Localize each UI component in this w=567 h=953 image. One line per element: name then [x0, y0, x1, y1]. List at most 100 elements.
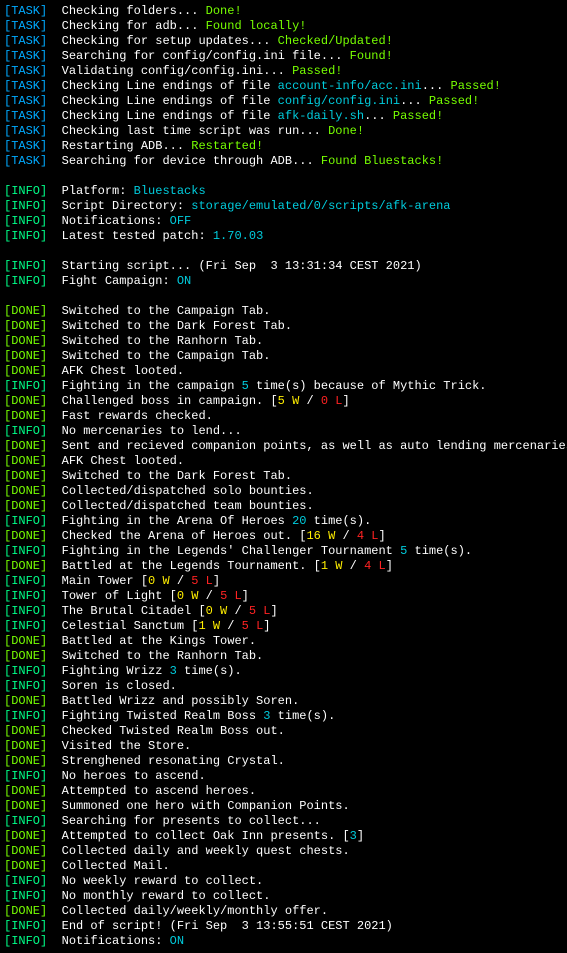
log-text: time(s).: [407, 544, 472, 558]
log-line: [TASK] Checking for adb... Found locally…: [4, 19, 563, 34]
log-text: ]: [379, 529, 386, 543]
log-text: Found!: [350, 49, 393, 63]
log-line: [DONE] Fast rewards checked.: [4, 409, 563, 424]
log-line: [DONE] Collected/dispatched team bountie…: [4, 499, 563, 514]
log-text: No mercenaries to lend...: [62, 424, 242, 438]
log-tag: [TASK]: [4, 109, 47, 123]
log-tag: [DONE]: [4, 319, 47, 333]
log-text: 1 W: [198, 619, 220, 633]
log-text: 0 W: [177, 589, 199, 603]
log-text: Fighting in the Arena Of Heroes: [62, 514, 292, 528]
log-tag: [INFO]: [4, 274, 47, 288]
log-text: 4 L: [364, 559, 386, 573]
log-text: ...: [422, 79, 451, 93]
log-text: Switched to the Dark Forest Tab.: [62, 319, 292, 333]
log-tag: [DONE]: [4, 349, 47, 363]
log-text: OFF: [170, 214, 192, 228]
log-line: [DONE] Sent and recieved companion point…: [4, 439, 563, 454]
log-text: Searching for presents to collect...: [62, 814, 321, 828]
log-line: [INFO] Soren is closed.: [4, 679, 563, 694]
log-text: Starting script... (Fri Sep 3 13:31:34 C…: [62, 259, 422, 273]
log-line: [INFO] Fighting Wrizz 3 time(s).: [4, 664, 563, 679]
log-tag: [DONE]: [4, 784, 47, 798]
log-text: /: [170, 574, 192, 588]
log-text: Bluestacks: [134, 184, 206, 198]
log-tag: [INFO]: [4, 199, 47, 213]
log-tag: [TASK]: [4, 64, 47, 78]
log-line: [4, 169, 563, 184]
log-line: [TASK] Checking Line endings of file con…: [4, 94, 563, 109]
log-text: Script Directory:: [62, 199, 192, 213]
log-line: [INFO] No weekly reward to collect.: [4, 874, 563, 889]
log-tag: [DONE]: [4, 724, 47, 738]
log-text: Passed!: [429, 94, 479, 108]
log-text: Checking for setup updates...: [62, 34, 278, 48]
log-text: time(s) because of Mythic Trick.: [249, 379, 487, 393]
log-tag: [INFO]: [4, 679, 47, 693]
log-text: ...: [400, 94, 429, 108]
log-text: Main Tower [: [62, 574, 148, 588]
log-text: Passed!: [451, 79, 501, 93]
log-line: [INFO] Tower of Light [0 W / 5 L]: [4, 589, 563, 604]
log-text: ]: [270, 604, 277, 618]
log-line: [INFO] No mercenaries to lend...: [4, 424, 563, 439]
log-text: 20: [292, 514, 306, 528]
log-tag: [DONE]: [4, 649, 47, 663]
log-line: [DONE] Battled at the Legends Tournament…: [4, 559, 563, 574]
log-tag: [DONE]: [4, 859, 47, 873]
log-tag: [INFO]: [4, 379, 47, 393]
log-text: ]: [386, 559, 393, 573]
log-line: [TASK] Validating config/config.ini... P…: [4, 64, 563, 79]
log-tag: [DONE]: [4, 394, 47, 408]
log-text: ]: [357, 829, 364, 843]
log-text: Sent and recieved companion points, as w…: [62, 439, 567, 453]
log-text: Validating config/config.ini...: [62, 64, 292, 78]
log-line: [DONE] Visited the Store.: [4, 739, 563, 754]
log-text: Collected daily and weekly quest chests.: [62, 844, 350, 858]
log-line: [INFO] Main Tower [0 W / 5 L]: [4, 574, 563, 589]
log-tag: [DONE]: [4, 799, 47, 813]
log-text: 3: [170, 664, 177, 678]
log-text: Checked Twisted Realm Boss out.: [62, 724, 285, 738]
log-text: 5 L: [220, 589, 242, 603]
log-text: time(s).: [177, 664, 242, 678]
log-text: Switched to the Ranhorn Tab.: [62, 334, 264, 348]
log-tag: [INFO]: [4, 664, 47, 678]
log-tag: [INFO]: [4, 214, 47, 228]
log-tag: [INFO]: [4, 919, 47, 933]
log-tag: [INFO]: [4, 709, 47, 723]
log-line: [DONE] Attempted to ascend heroes.: [4, 784, 563, 799]
log-text: 5 L: [242, 619, 264, 633]
log-text: Switched to the Campaign Tab.: [62, 349, 271, 363]
log-line: [INFO] Fight Campaign: ON: [4, 274, 563, 289]
log-line: [TASK] Checking Line endings of file acc…: [4, 79, 563, 94]
log-text: 1.70.03: [213, 229, 263, 243]
log-line: [INFO] Fighting in the campaign 5 time(s…: [4, 379, 563, 394]
log-text: 0 W: [148, 574, 170, 588]
log-text: Switched to the Ranhorn Tab.: [62, 649, 264, 663]
log-text: Fast rewards checked.: [62, 409, 213, 423]
log-line: [DONE] Switched to the Dark Forest Tab.: [4, 469, 563, 484]
log-tag: [INFO]: [4, 889, 47, 903]
log-text: 16 W: [306, 529, 335, 543]
log-text: Strenghened resonating Crystal.: [62, 754, 285, 768]
log-text: Collected/dispatched solo bounties.: [62, 484, 314, 498]
log-tag: [DONE]: [4, 364, 47, 378]
log-text: time(s).: [306, 514, 371, 528]
log-text: End of script! (Fri Sep 3 13:55:51 CEST …: [62, 919, 393, 933]
log-text: /: [198, 589, 220, 603]
log-text: /: [335, 529, 357, 543]
log-text: Battled at the Legends Tournament. [: [62, 559, 321, 573]
log-line: [TASK] Checking Line endings of file afk…: [4, 109, 563, 124]
log-text: Passed!: [393, 109, 443, 123]
log-text: ON: [177, 274, 191, 288]
log-text: /: [299, 394, 321, 408]
log-line: [DONE] AFK Chest looted.: [4, 454, 563, 469]
log-text: Notifications:: [62, 934, 170, 948]
log-text: ]: [213, 574, 220, 588]
log-text: Summoned one hero with Companion Points.: [62, 799, 350, 813]
log-line: [INFO] No heroes to ascend.: [4, 769, 563, 784]
log-tag: [INFO]: [4, 229, 47, 243]
log-text: Restarting ADB...: [62, 139, 192, 153]
log-text: Fighting Twisted Realm Boss: [62, 709, 264, 723]
